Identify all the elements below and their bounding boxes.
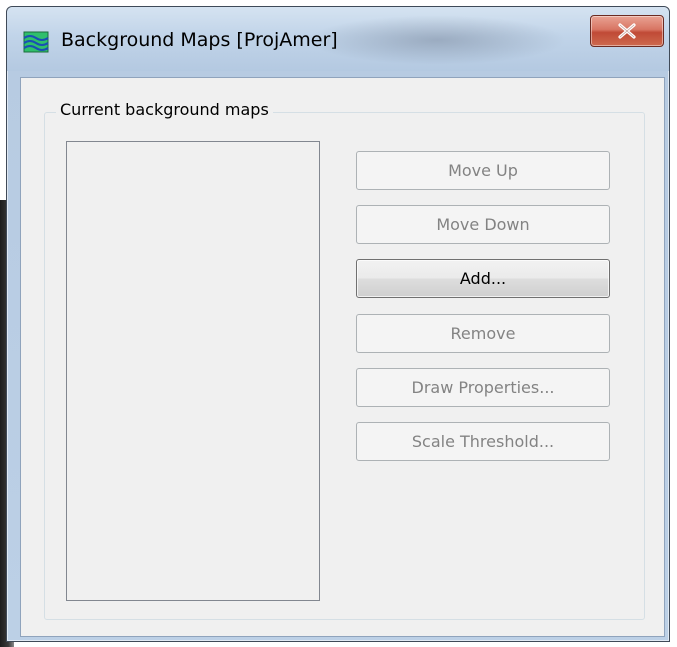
title-bar[interactable]: Background Maps [ProjAmer] <box>7 7 669 71</box>
draw-properties-button[interactable]: Draw Properties... <box>356 368 610 407</box>
add-button[interactable]: Add... <box>356 259 610 298</box>
remove-button[interactable]: Remove <box>356 314 610 353</box>
map-layers-icon <box>23 31 49 53</box>
groupbox-label: Current background maps <box>56 100 273 119</box>
move-up-button[interactable]: Move Up <box>356 151 610 190</box>
move-down-button[interactable]: Move Down <box>356 205 610 244</box>
close-button[interactable] <box>590 15 664 47</box>
background-maps-list[interactable] <box>66 141 320 601</box>
scale-threshold-button[interactable]: Scale Threshold... <box>356 422 610 461</box>
title-bar-glow <box>307 15 567 65</box>
close-icon <box>618 23 636 39</box>
dialog-client-area: Current background maps Move Up Move Dow… <box>20 77 665 637</box>
dialog-window: Background Maps [ProjAmer] Current backg… <box>6 6 670 642</box>
window-title: Background Maps [ProjAmer] <box>61 29 338 51</box>
